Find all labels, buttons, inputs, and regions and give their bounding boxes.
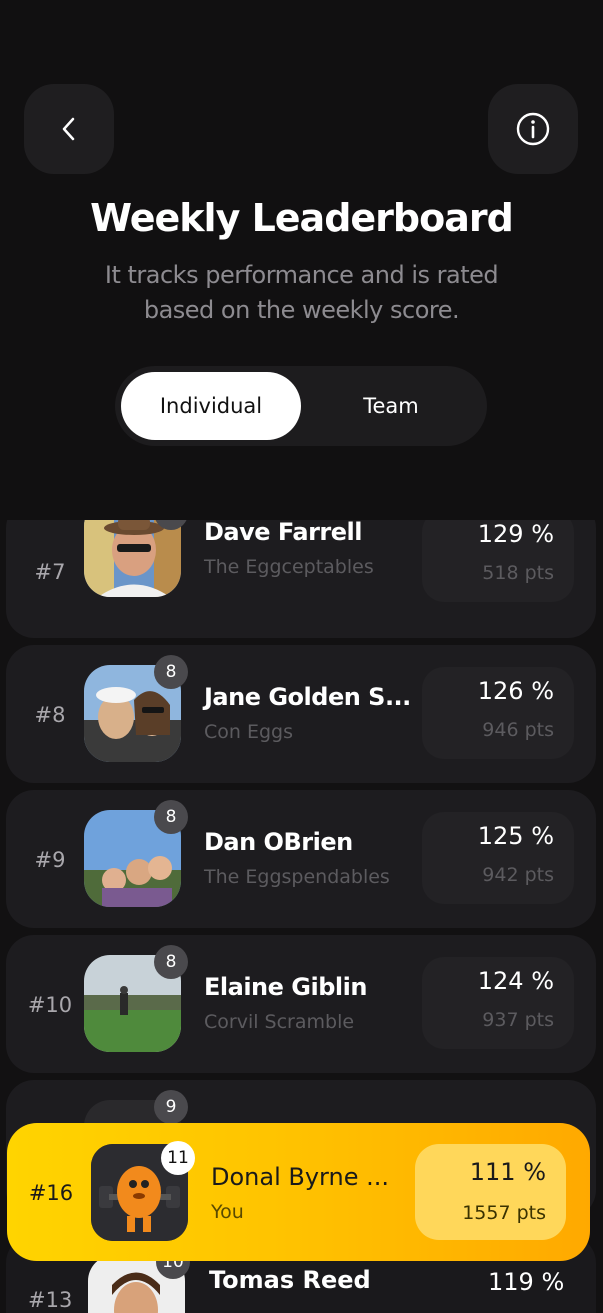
row-rank: #16 [28,1181,74,1205]
leaderboard-row[interactable]: #7 5 Dave Farrell The Eggceptables 129 %… [6,520,596,638]
team-name: The Eggspendables [204,866,390,888]
row-rank: #7 [34,560,66,584]
team-name: Corvil Scramble [204,1011,355,1033]
row-rank: #8 [34,703,66,727]
current-user-row[interactable]: #16 11 Donal Byrne ... You 111 % 1557 pt… [7,1123,590,1261]
score-percent: 111 % [469,1158,546,1186]
level-badge: 8 [154,800,188,834]
score-box: 126 % 946 pts [422,667,574,759]
leaderboard-row[interactable]: #10 8 Elaine Giblin Corvil Scramble 124 … [6,935,596,1073]
back-button[interactable] [24,84,114,174]
page-subtitle: It tracks performance and is rated based… [104,261,499,324]
chevron-left-icon [62,117,75,141]
row-rank: #13 [28,1288,73,1312]
player-name: Tomas Reed [209,1266,371,1294]
team-name: You [211,1201,244,1223]
player-name: Elaine Giblin [204,973,367,1001]
score-percent: 125 % [477,822,554,850]
view-toggle: Individual Team [115,366,487,446]
score-box: 129 % 518 pts [422,520,574,602]
score-points: 946 pts [482,719,554,741]
score-points: 1557 pts [462,1202,546,1224]
score-percent: 124 % [477,967,554,995]
level-badge: 9 [154,1090,188,1124]
score-box: 125 % 942 pts [422,812,574,904]
row-rank: #9 [34,848,66,872]
player-name: Dave Farrell [204,520,362,546]
team-name: The Eggceptables [204,556,374,578]
tab-individual[interactable]: Individual [121,372,301,440]
score-points: 518 pts [482,562,554,584]
level-badge: 8 [154,945,188,979]
page-title: Weekly Leaderboard [90,196,514,240]
score-percent: 129 % [477,520,554,548]
leaderboard-row[interactable]: #8 8 Jane Golden S... Con Eggs 126 % 946… [6,645,596,783]
team-name: Con Eggs [204,721,293,743]
score-percent: 126 % [477,677,554,705]
player-name: Jane Golden S... [204,683,411,711]
row-rank: #10 [27,993,73,1017]
level-badge: 8 [154,655,188,689]
info-icon [516,112,550,146]
score-box: 111 % 1557 pts [415,1144,566,1240]
score-points: 937 pts [482,1009,554,1031]
score-points: 942 pts [482,864,554,886]
score-percent: 119 % [488,1268,565,1296]
level-badge: 11 [161,1141,195,1175]
avatar [84,520,181,597]
player-name: Donal Byrne ... [211,1163,389,1191]
leaderboard-row[interactable]: #9 8 Dan OBrien The Eggspendables 125 % … [6,790,596,928]
score-box: 124 % 937 pts [422,957,574,1049]
player-name: Dan OBrien [204,828,353,856]
info-button[interactable] [488,84,578,174]
tab-team[interactable]: Team [301,372,481,440]
